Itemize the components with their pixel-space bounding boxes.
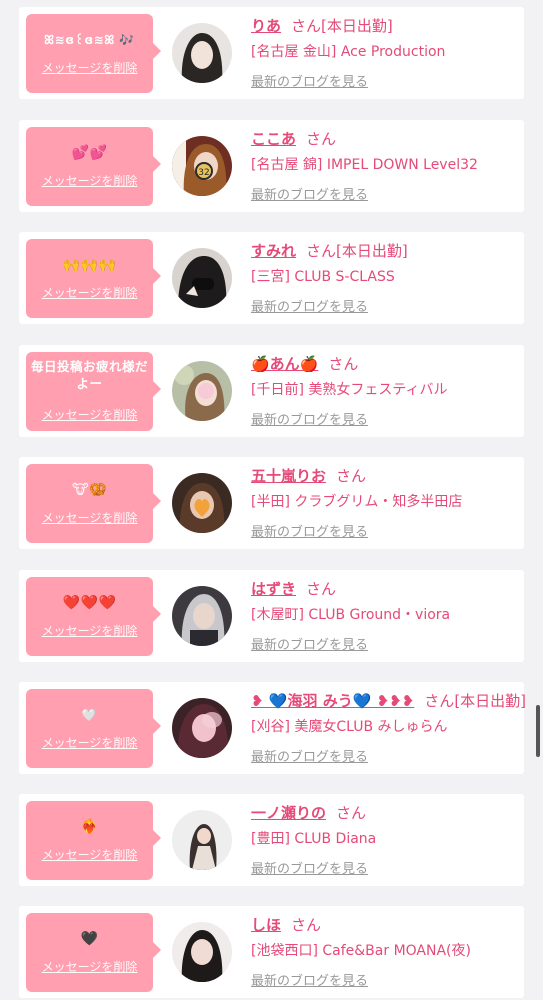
message-card: ❤️‍🔥 メッセージを削除 一ノ瀬りの さん [豊田] CLUB Diana 最新… xyxy=(19,794,524,886)
delete-message-link[interactable]: メッセージを削除 xyxy=(26,284,153,301)
cast-name-link[interactable]: ここあ xyxy=(251,130,296,148)
latest-blog-link[interactable]: 最新のブログを見る xyxy=(251,860,518,880)
avatar[interactable] xyxy=(172,922,232,982)
cast-name-link[interactable]: はずき xyxy=(251,580,296,598)
card-info: しほ さん [池袋西口] Cafe&Bar MOANA(夜) 最新のブログを見る xyxy=(251,913,518,992)
avatar[interactable] xyxy=(172,473,232,533)
card-info: 🍎あん🍎 さん [千日前] 美熟女フェスティバル 最新のブログを見る xyxy=(251,352,518,431)
message-text: 毎日投稿お疲れ様だよー xyxy=(30,359,148,391)
cast-name-link[interactable]: すみれ xyxy=(251,242,296,260)
message-bubble: 🐮🥨 メッセージを削除 xyxy=(26,464,161,543)
shop-name: [名古屋 金山] Ace Production xyxy=(251,44,446,60)
shop-name: [刈谷] 美魔女CLUB みしゅらん xyxy=(251,719,448,735)
honorific: さん xyxy=(336,467,367,485)
message-bubble: 🤍 メッセージを削除 xyxy=(26,689,161,768)
delete-message-link[interactable]: メッセージを削除 xyxy=(26,734,153,751)
honorific: さん xyxy=(306,242,337,260)
message-card: 🙌🙌🙌 メッセージを削除 すみれ さん[本日出勤] [三宮] CLUB S-CLA… xyxy=(19,232,524,324)
latest-blog-link[interactable]: 最新のブログを見る xyxy=(251,411,518,431)
delete-message-link[interactable]: メッセージを削除 xyxy=(26,59,153,76)
message-card: 🖤 メッセージを削除 しほ さん [池袋西口] Cafe&Bar MOANA(夜)… xyxy=(19,906,524,998)
message-card: 🐮🥨 メッセージを削除 五十嵐りお さん [半田] クラブグリム・知多半田店 最新… xyxy=(19,457,524,549)
avatar[interactable] xyxy=(172,23,232,83)
card-info: はずき さん [木屋町] CLUB Ground・viora 最新のブログを見る xyxy=(251,577,518,656)
latest-blog-link[interactable]: 最新のブログを見る xyxy=(251,636,518,656)
shop-name: [三宮] CLUB S-CLASS xyxy=(251,269,395,285)
status-badge: [本日出勤] xyxy=(336,242,408,260)
message-card: ❤️❤️❤️ メッセージを削除 はずき さん [木屋町] CLUB Ground・… xyxy=(19,570,524,662)
cast-name-link[interactable]: ❥ 💙海羽 みう💙 ❥❥❥ xyxy=(251,692,414,710)
message-card: 💕💕 メッセージを削除 32 ここあ さん [名古屋 錦] IMPEL DOWN … xyxy=(19,120,524,212)
latest-blog-link[interactable]: 最新のブログを見る xyxy=(251,972,518,992)
shop-name: [千日前] 美熟女フェスティバル xyxy=(251,382,448,398)
shop-name: [池袋西口] Cafe&Bar MOANA(夜) xyxy=(251,943,471,959)
card-info: すみれ さん[本日出勤] [三宮] CLUB S-CLASS 最新のブログを見る xyxy=(251,239,518,318)
shop-name: [半田] クラブグリム・知多半田店 xyxy=(251,494,463,510)
status-badge: [本日出勤] xyxy=(454,692,527,710)
delete-message-link[interactable]: メッセージを削除 xyxy=(26,846,153,863)
honorific: さん xyxy=(336,804,367,822)
message-card: ꕤ≋ɞ꒰ɞ≋ꕤ 🎶 メッセージを削除 りあ さん[本日出勤] [名古屋 金山] A… xyxy=(19,7,524,99)
avatar[interactable]: 32 xyxy=(172,136,232,196)
latest-blog-link[interactable]: 最新のブログを見る xyxy=(251,523,518,543)
message-card: 毎日投稿お疲れ様だよー メッセージを削除 🍎あん🍎 さん [千日前] 美熟女フェス… xyxy=(19,345,524,437)
latest-blog-link[interactable]: 最新のブログを見る xyxy=(251,748,518,768)
honorific: さん xyxy=(291,17,322,35)
avatar[interactable] xyxy=(172,248,232,308)
message-bubble: 💕💕 メッセージを削除 xyxy=(26,127,161,206)
delete-message-link[interactable]: メッセージを削除 xyxy=(26,509,153,526)
cast-name-link[interactable]: 一ノ瀬りの xyxy=(251,804,326,822)
delete-message-link[interactable]: メッセージを削除 xyxy=(26,622,153,639)
delete-message-link[interactable]: メッセージを削除 xyxy=(26,406,153,423)
avatar[interactable] xyxy=(172,361,232,421)
avatar[interactable] xyxy=(172,586,232,646)
scrollbar[interactable] xyxy=(536,705,540,757)
card-info: ❥ 💙海羽 みう💙 ❥❥❥ さん[本日出勤] [刈谷] 美魔女CLUB みしゅらん… xyxy=(251,689,526,768)
honorific: さん xyxy=(306,130,337,148)
honorific: さん xyxy=(306,580,337,598)
message-bubble: ❤️❤️❤️ メッセージを削除 xyxy=(26,577,161,656)
card-info: 五十嵐りお さん [半田] クラブグリム・知多半田店 最新のブログを見る xyxy=(251,464,518,543)
message-bubble: ꕤ≋ɞ꒰ɞ≋ꕤ 🎶 メッセージを削除 xyxy=(26,14,161,93)
latest-blog-link[interactable]: 最新のブログを見る xyxy=(251,73,518,93)
cast-name-link[interactable]: 🍎あん🍎 xyxy=(251,355,318,373)
honorific: さん xyxy=(328,355,359,373)
shop-name: [木屋町] CLUB Ground・viora xyxy=(251,607,451,623)
cast-name-link[interactable]: 五十嵐りお xyxy=(251,467,326,485)
message-bubble: 毎日投稿お疲れ様だよー メッセージを削除 xyxy=(26,352,161,431)
card-info: ここあ さん [名古屋 錦] IMPEL DOWN Level32 最新のブログを… xyxy=(251,127,518,206)
honorific: さん xyxy=(424,692,455,710)
shop-name: [名古屋 錦] IMPEL DOWN Level32 xyxy=(251,157,478,173)
latest-blog-link[interactable]: 最新のブログを見る xyxy=(251,298,518,318)
delete-message-link[interactable]: メッセージを削除 xyxy=(26,958,153,975)
avatar[interactable] xyxy=(172,698,232,758)
card-info: 一ノ瀬りの さん [豊田] CLUB Diana 最新のブログを見る xyxy=(251,801,518,880)
status-badge: [本日出勤] xyxy=(321,17,393,35)
message-card: 🤍 メッセージを削除 ❥ 💙海羽 みう💙 ❥❥❥ さん[本日出勤] [刈谷] 美魔… xyxy=(19,682,526,774)
message-bubble: 🙌🙌🙌 メッセージを削除 xyxy=(26,239,161,318)
message-bubble: ❤️‍🔥 メッセージを削除 xyxy=(26,801,161,880)
shop-name: [豊田] CLUB Diana xyxy=(251,831,377,847)
cast-name-link[interactable]: りあ xyxy=(251,17,281,35)
svg-text:32: 32 xyxy=(198,168,209,178)
avatar[interactable] xyxy=(172,810,232,870)
message-bubble: 🖤 メッセージを削除 xyxy=(26,913,161,992)
honorific: さん xyxy=(291,916,322,934)
cast-name-link[interactable]: しほ xyxy=(251,916,281,934)
message-list: ꕤ≋ɞ꒰ɞ≋ꕤ 🎶 メッセージを削除 りあ さん[本日出勤] [名古屋 金山] A… xyxy=(0,0,543,1000)
delete-message-link[interactable]: メッセージを削除 xyxy=(26,172,153,189)
latest-blog-link[interactable]: 最新のブログを見る xyxy=(251,186,518,206)
card-info: りあ さん[本日出勤] [名古屋 金山] Ace Production 最新のブロ… xyxy=(251,14,518,93)
